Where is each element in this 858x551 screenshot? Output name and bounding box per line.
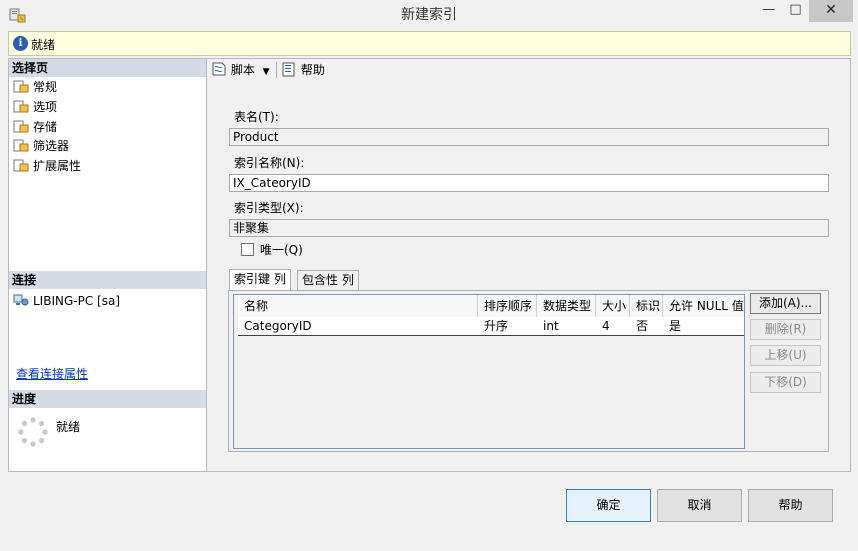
close-button[interactable]: ✕ [809,0,853,22]
tab-included-columns[interactable]: 包含性 列 [297,270,359,291]
help-toolbar-button[interactable]: 帮助 [282,59,325,81]
row-divider [238,335,744,336]
index-type-field: 非聚集 [229,219,829,237]
script-label: 脚本 [230,63,255,77]
ok-button[interactable]: 确定 [566,489,651,522]
sidebar-item-label: 常规 [33,80,58,94]
maximize-icon: □ [789,2,802,17]
column-header-sort-order: 排序顺序 [478,295,537,317]
maximize-button[interactable]: □ [782,0,809,22]
cell-allow-null: 是 [663,317,744,335]
select-page-header: 选择页 [9,59,206,77]
left-panel: 选择页 常规 选项 存储 筛选器 扩展属性 连接 LIBING-PC [sa] … [8,58,207,472]
server-icon [13,294,29,306]
help-label: 帮助 [300,63,325,77]
cell-sort-order: 升序 [478,317,537,335]
minimize-icon: — [762,2,775,17]
info-icon: i [13,36,28,51]
table-name-label: 表名(T): [234,110,279,124]
index-columns-grid[interactable]: 名称 排序顺序 数据类型 大小 标识 允许 NULL 值 CategoryID … [233,294,745,449]
page-icon [13,120,29,133]
move-down-button[interactable]: 下移(D) [750,372,821,393]
sidebar-item-label: 扩展属性 [33,159,82,173]
move-up-button[interactable]: 上移(U) [750,345,821,366]
page-icon [13,80,29,93]
cell-name: CategoryID [238,317,478,335]
tab-index-key-columns[interactable]: 索引键 列 [229,269,291,291]
close-icon: ✕ [825,2,837,18]
help-icon [282,62,295,77]
sidebar-item-label: 选项 [33,100,58,114]
column-header-name: 名称 [238,295,478,317]
window-title: 新建索引 [401,7,457,23]
cancel-button[interactable]: 取消 [657,489,742,522]
column-header-size: 大小 [596,295,630,317]
unique-label: 唯一(Q) [260,243,303,257]
cell-size: 4 [596,317,630,335]
cell-identity: 否 [630,317,663,335]
column-header-identity: 标识 [630,295,663,317]
sidebar-item-filter[interactable]: 筛选器 [13,137,69,156]
connection-name: LIBING-PC [sa] [33,294,120,308]
column-header-allow-null: 允许 NULL 值 [663,295,744,317]
help-button[interactable]: 帮助 [748,489,833,522]
sidebar-item-label: 存储 [33,120,58,134]
connection-header: 连接 [9,271,206,289]
add-button[interactable]: 添加(A)... [750,293,821,314]
minimize-button[interactable]: — [755,0,782,22]
column-header-data-type: 数据类型 [537,295,596,317]
remove-button[interactable]: 删除(R) [750,319,821,340]
progress-header: 进度 [9,390,206,408]
sidebar-item-storage[interactable]: 存储 [13,118,57,137]
view-connection-properties-link[interactable]: 查看连接属性 [16,365,88,382]
sidebar-item-options[interactable]: 选项 [13,98,57,117]
connection-item: LIBING-PC [sa] [13,292,120,311]
index-name-label: 索引名称(N): [234,156,305,170]
sidebar-item-general[interactable]: 常规 [13,78,57,97]
script-icon [212,62,226,76]
page-icon [13,139,29,152]
status-bar: i 就绪 [8,31,851,56]
unique-checkbox[interactable] [241,243,254,256]
index-name-input[interactable]: IX_CateoryID [229,174,829,192]
page-icon [13,159,29,172]
progress-spinner-icon [18,417,48,447]
sidebar-item-extended-properties[interactable]: 扩展属性 [13,157,81,176]
script-button[interactable]: 脚本 ▼ [211,59,270,81]
table-name-field: Product [229,128,829,146]
chevron-down-icon: ▼ [262,67,270,77]
cell-data-type: int [537,317,596,335]
toolbar-divider [276,62,277,78]
progress-text: 就绪 [56,420,81,434]
index-type-label: 索引类型(X): [234,201,304,215]
page-icon [13,100,29,113]
status-text: 就绪 [31,38,56,52]
sidebar-item-label: 筛选器 [33,139,70,153]
